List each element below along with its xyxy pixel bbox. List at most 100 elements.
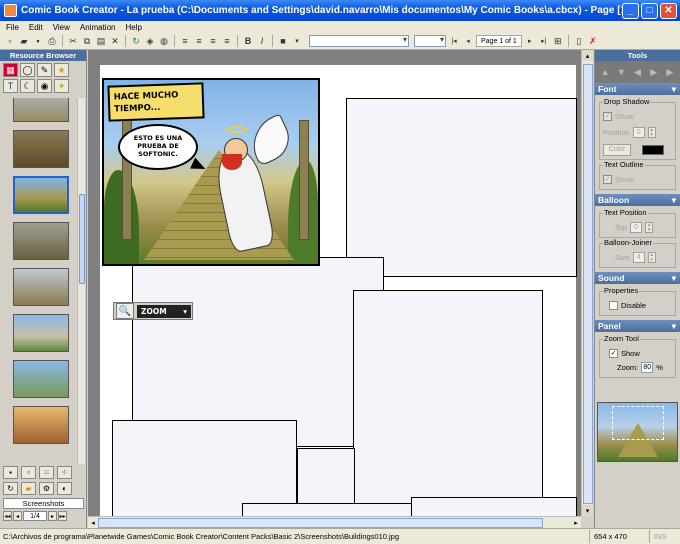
balloons-tab-icon[interactable]: ◯ [20,63,35,77]
star-tab-icon[interactable]: ★ [54,63,69,77]
scroll-down-icon[interactable]: ▾ [582,505,593,516]
comic-panel[interactable] [242,503,412,516]
scroll-up-icon[interactable]: ▴ [582,50,593,61]
new-page-icon[interactable]: ▯ [573,35,585,47]
arrow-down-icon[interactable]: ▼ [616,67,627,78]
copy-icon[interactable]: ⧉ [81,35,93,47]
comic-panel[interactable] [112,420,297,516]
list-view-icon[interactable]: ⁘ [57,466,72,479]
justify-icon[interactable]: ≡ [221,35,233,47]
page-navigator[interactable] [597,402,678,462]
size-spinner[interactable]: ▴ ▾ [647,252,656,263]
align-right-icon[interactable]: ≡ [207,35,219,47]
thumbnail[interactable] [13,268,69,306]
comic-panel-artwork[interactable]: HACE MUCHO TIEMPO... ESTO ES UNA PRUEBA … [102,78,320,266]
balloon-section-header[interactable]: Balloon ▾ [595,194,680,206]
thumbnail[interactable] [13,314,69,352]
effects-tab-icon[interactable]: ✶ [54,79,69,93]
font-size-select[interactable] [414,35,446,47]
font-section-header[interactable]: Font ▾ [595,83,680,95]
menu-file[interactable]: File [6,23,19,32]
sound-tab-icon[interactable]: ◉ [37,79,52,93]
zoom-input[interactable]: 80 [641,362,654,373]
prev-page-icon[interactable]: ◂ [462,35,474,47]
comic-panel[interactable] [353,290,543,505]
thumbnail[interactable] [13,98,69,122]
arrow-right-icon[interactable]: ▶ [648,67,659,78]
sound-section-header[interactable]: Sound ▾ [595,272,680,284]
next-page-icon[interactable]: ▸ [48,511,57,521]
pencil-tab-icon[interactable]: ✎ [37,63,52,77]
paste-icon[interactable]: ▤ [95,35,107,47]
comic-panel[interactable] [346,98,577,277]
menu-animation[interactable]: Animation [80,23,116,32]
disable-sound-checkbox[interactable] [609,301,618,310]
drop-shadow-show-checkbox[interactable]: ✓ [603,112,612,121]
caption-box[interactable]: HACE MUCHO TIEMPO... [107,82,205,122]
scrollbar-thumb[interactable] [583,64,593,504]
refresh-icon[interactable]: ↻ [130,35,142,47]
arrow-left-icon[interactable]: ◀ [632,67,643,78]
last-page-icon[interactable]: ▸▸ [58,511,67,521]
comic-panel[interactable] [132,257,384,447]
zoom-show-checkbox[interactable]: ✓ [609,349,618,358]
align-left-icon[interactable]: ≡ [179,35,191,47]
thumbnail-scrollbar[interactable] [77,98,85,464]
thumbnail[interactable] [13,360,69,398]
open-folder-icon[interactable]: ▰ [18,35,30,47]
next-page-icon[interactable]: ▸ [524,35,536,47]
italic-icon[interactable]: I [256,35,268,47]
color-button[interactable]: Color [603,143,631,156]
thumbnail[interactable] [13,406,69,444]
shadow-color-swatch[interactable] [642,144,664,155]
delete-page-icon[interactable]: ✗ [587,35,599,47]
cut-icon[interactable]: ✂ [67,35,79,47]
top-input[interactable]: 0 [630,222,643,233]
scrollbar-thumb[interactable] [79,194,85,284]
delete-icon[interactable]: ✕ [109,35,121,47]
size-input[interactable]: 4 [632,252,645,263]
minimize-button[interactable]: _ [622,2,639,19]
text-outline-show-checkbox[interactable]: ✓ [603,175,612,184]
font-select[interactable] [309,35,409,47]
speech-balloon[interactable]: ESTO ES UNA PRUEBA DE SOFTONIC. [118,124,198,170]
thumbnail[interactable] [13,176,69,214]
magnifier-icon[interactable]: 🔍 [116,303,134,319]
text-color-icon[interactable]: ■ [277,35,289,47]
vertical-scrollbar[interactable]: ▴ ▾ [581,50,593,516]
page-layout-icon[interactable]: ⊞ [552,35,564,47]
first-page-icon[interactable]: ◂◂ [3,511,12,521]
last-page-icon[interactable]: ▸| [538,35,550,47]
scroll-left-icon[interactable]: ◂ [88,517,98,528]
folder-icon[interactable]: ▰ [21,482,36,495]
zoom-tool[interactable]: 🔍 ZOOM ▾ [113,302,193,320]
position-input[interactable]: 0 [632,127,645,138]
erase-icon[interactable]: ◈ [144,35,156,47]
grid-view-icon[interactable]: ⁙ [39,466,54,479]
sound-icon[interactable]: ◐ [57,482,72,495]
align-center-icon[interactable]: ≡ [193,35,205,47]
print-icon[interactable]: ⎙ [46,35,58,47]
menu-edit[interactable]: Edit [29,23,43,32]
medium-view-icon[interactable]: ▫ [21,466,36,479]
top-spinner[interactable]: ▴ ▾ [645,222,654,233]
stamp-icon[interactable]: ◍ [158,35,170,47]
thumbnail[interactable] [13,130,69,168]
menu-view[interactable]: View [53,23,70,32]
chevron-down-icon[interactable]: ▾ [291,35,303,47]
close-button[interactable]: ✕ [660,2,677,19]
scroll-right-icon[interactable]: ▸ [571,517,581,528]
thumbnail[interactable] [13,222,69,260]
category-label[interactable]: Screenshots [3,498,84,509]
maximize-button[interactable]: □ [641,2,658,19]
menu-help[interactable]: Help [125,23,141,32]
small-view-icon[interactable]: ▪ [3,466,18,479]
first-page-icon[interactable]: |◂ [448,35,460,47]
panel-section-header[interactable]: Panel ▾ [595,320,680,332]
comic-panel[interactable] [411,497,577,516]
prev-page-icon[interactable]: ◂ [13,511,22,521]
horizontal-scrollbar[interactable]: ◂ ▸ [88,516,581,528]
backgrounds-tab-icon[interactable]: ▦ [3,63,18,77]
scrollbar-thumb[interactable] [98,518,543,528]
refresh-icon[interactable]: ↻ [3,482,18,495]
